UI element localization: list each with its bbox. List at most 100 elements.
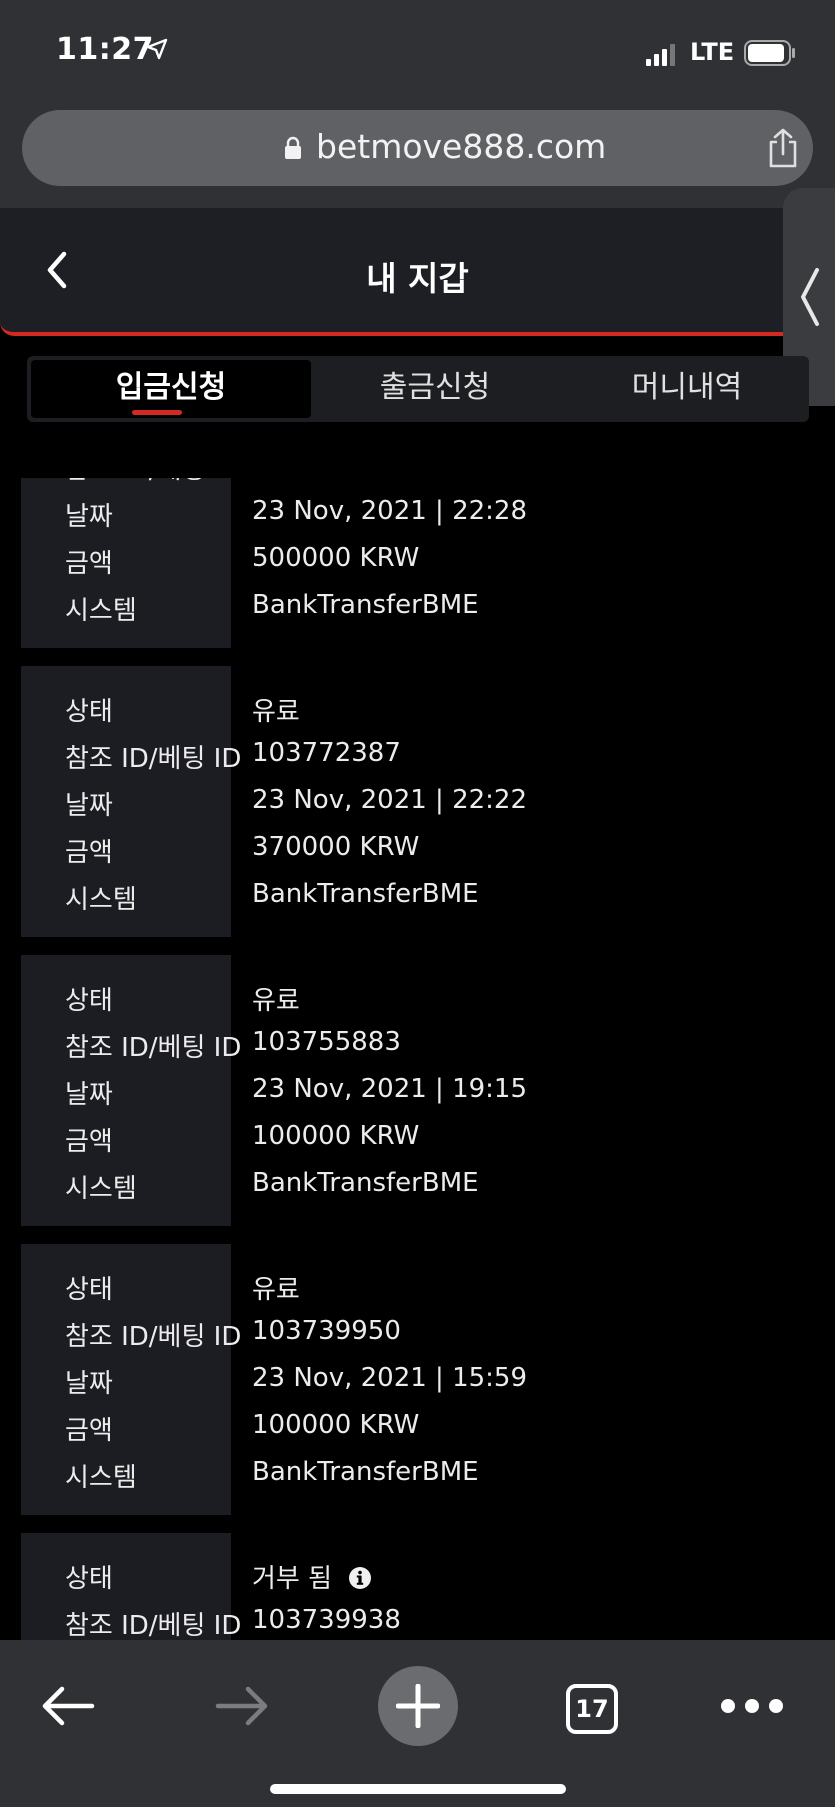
ref-id-value: 103772887 [252, 478, 401, 479]
field-label: 시스템 [65, 596, 137, 626]
browser-back-icon[interactable] [40, 1684, 96, 1728]
system-value: BankTransferBME [252, 590, 479, 620]
record-row-system: 시스템 BankTransferBME [0, 583, 835, 630]
field-label: 상태 [65, 986, 113, 1016]
amount-value: 100000 KRW [252, 1121, 420, 1151]
record-row-amount: 금액 500000 KRW [0, 536, 835, 583]
system-value: BankTransferBME [252, 879, 479, 909]
ref-id-value: 103739950 [252, 1316, 401, 1346]
field-label: 참조 ID/베팅 ID [65, 1611, 242, 1640]
tab-label: 출금신청 [379, 370, 491, 405]
info-icon[interactable] [348, 1566, 372, 1590]
field-label: 금액 [65, 838, 113, 868]
date-value: 23 Nov, 2021 | 22:28 [252, 496, 528, 526]
field-label: 날짜 [65, 1369, 113, 1399]
amount-value: 370000 KRW [252, 832, 420, 862]
date-value: 23 Nov, 2021 | 22:22 [252, 785, 528, 815]
transaction-record: 참조 ID/베팅 ID 103772887 날짜 23 Nov, 2021 | … [0, 478, 835, 648]
record-row-date: 날짜 23 Nov, 2021 | 22:28 [0, 489, 835, 536]
record-row-ref-id: 참조 ID/베팅 ID 103755883 [0, 1020, 835, 1067]
status-value: 유료 [252, 697, 300, 727]
system-value: BankTransferBME [252, 1168, 479, 1198]
record-row-date: 날짜 23 Nov, 2021 | 22:22 [0, 778, 835, 825]
new-tab-button[interactable] [378, 1666, 458, 1746]
amount-value: 500000 KRW [252, 543, 420, 573]
page-title: 내 지갑 [366, 259, 469, 298]
record-row-ref-id: 참조 ID/베팅 ID 103739950 [0, 1309, 835, 1356]
record-row-system: 시스템 BankTransferBME [0, 1161, 835, 1208]
field-label: 참조 ID/베팅 ID [65, 1033, 242, 1063]
record-row-amount: 금액 100000 KRW [0, 1114, 835, 1161]
location-arrow-icon [146, 38, 168, 60]
page-header: 내 지갑 [0, 208, 835, 336]
record-row-status: 상태 유료 [0, 1262, 835, 1309]
tab-label: 머니내역 [631, 370, 743, 405]
tab-switcher-button[interactable]: 17 [566, 1684, 618, 1734]
transaction-record: 상태 유료 참조 ID/베팅 ID 103772387 날짜 23 Nov, 2… [0, 666, 835, 937]
field-label: 상태 [65, 1275, 113, 1305]
tab-deposit-request[interactable]: 입금신청 [31, 360, 311, 418]
transaction-record: 상태 거부 됨 참조 ID/베팅 ID 103739938 [0, 1533, 835, 1640]
record-row-system: 시스템 BankTransferBME [0, 872, 835, 919]
field-label: 날짜 [65, 791, 113, 821]
amount-value: 100000 KRW [252, 1410, 420, 1440]
screen: 11:27 LTE betmove888.com 내 지갑 입금신청 출금신청 … [0, 0, 835, 1807]
record-row-status: 상태 유료 [0, 684, 835, 731]
record-row-date: 날짜 23 Nov, 2021 | 19:15 [0, 1067, 835, 1114]
lock-icon [285, 136, 301, 159]
field-label: 금액 [65, 1127, 113, 1157]
field-label: 시스템 [65, 1463, 137, 1493]
more-options-icon[interactable] [720, 1698, 784, 1714]
record-row-amount: 금액 100000 KRW [0, 1403, 835, 1450]
ref-id-value: 103755883 [252, 1027, 401, 1057]
browser-forward-icon[interactable] [214, 1684, 270, 1728]
open-tabs-count: 17 [575, 1695, 609, 1723]
ref-id-value: 103772387 [252, 738, 401, 768]
url-text: betmove888.com [316, 127, 607, 166]
field-label: 금액 [65, 549, 113, 579]
field-label: 상태 [65, 1564, 113, 1594]
cellular-signal-icon [646, 44, 675, 66]
status-value: 유료 [252, 1275, 300, 1305]
record-row-system: 시스템 BankTransferBME [0, 1450, 835, 1497]
date-value: 23 Nov, 2021 | 19:15 [252, 1074, 528, 1104]
field-label: 날짜 [65, 1080, 113, 1110]
field-label: 시스템 [65, 1174, 137, 1204]
field-label: 금액 [65, 1416, 113, 1446]
field-label: 참조 ID/베팅 ID [65, 478, 241, 486]
transaction-list: 참조 ID/베팅 ID 103772887 날짜 23 Nov, 2021 | … [0, 478, 835, 1640]
url-field[interactable]: betmove888.com [22, 110, 813, 186]
ref-id-value: 103739938 [252, 1605, 401, 1635]
system-value: BankTransferBME [252, 1457, 479, 1487]
share-icon[interactable] [765, 128, 801, 168]
battery-icon [744, 40, 795, 66]
field-label: 시스템 [65, 885, 137, 915]
field-label: 날짜 [65, 502, 113, 532]
chevron-left-icon [801, 268, 819, 326]
network-type: LTE [690, 38, 735, 66]
status-value-with-info: 거부 됨 [252, 1558, 372, 1595]
record-row-status: 상태 유료 [0, 973, 835, 1020]
tab-withdraw-request[interactable]: 출금신청 [315, 360, 555, 418]
tab-money-history[interactable]: 머니내역 [567, 360, 807, 418]
record-row-date: 날짜 23 Nov, 2021 | 15:59 [0, 1356, 835, 1403]
record-row-ref-id: 참조 ID/베팅 ID 103772887 [0, 478, 835, 489]
field-label: 참조 ID/베팅 ID [65, 744, 242, 774]
record-row-ref-id: 참조 ID/베팅 ID 103772387 [0, 731, 835, 778]
browser-toolbar: 17 [0, 1640, 835, 1807]
transaction-record: 상태 유료 참조 ID/베팅 ID 103739950 날짜 23 Nov, 2… [0, 1244, 835, 1515]
status-value: 거부 됨 [252, 1564, 333, 1594]
status-value: 유료 [252, 986, 300, 1016]
record-row-ref-id: 참조 ID/베팅 ID 103739938 [0, 1598, 835, 1640]
plus-icon [396, 1684, 440, 1728]
transaction-record: 상태 유료 참조 ID/베팅 ID 103755883 날짜 23 Nov, 2… [0, 955, 835, 1226]
home-indicator[interactable] [270, 1784, 566, 1794]
field-label: 상태 [65, 697, 113, 727]
field-label: 참조 ID/베팅 ID [65, 1322, 242, 1352]
date-value: 23 Nov, 2021 | 15:59 [252, 1363, 528, 1393]
tab-label: 입금신청 [115, 370, 227, 405]
record-row-amount: 금액 370000 KRW [0, 825, 835, 872]
status-bar: 11:27 LTE [0, 0, 835, 100]
wallet-tabs: 입금신청 출금신청 머니내역 [27, 356, 809, 422]
browser-address-bar: betmove888.com [0, 100, 835, 208]
